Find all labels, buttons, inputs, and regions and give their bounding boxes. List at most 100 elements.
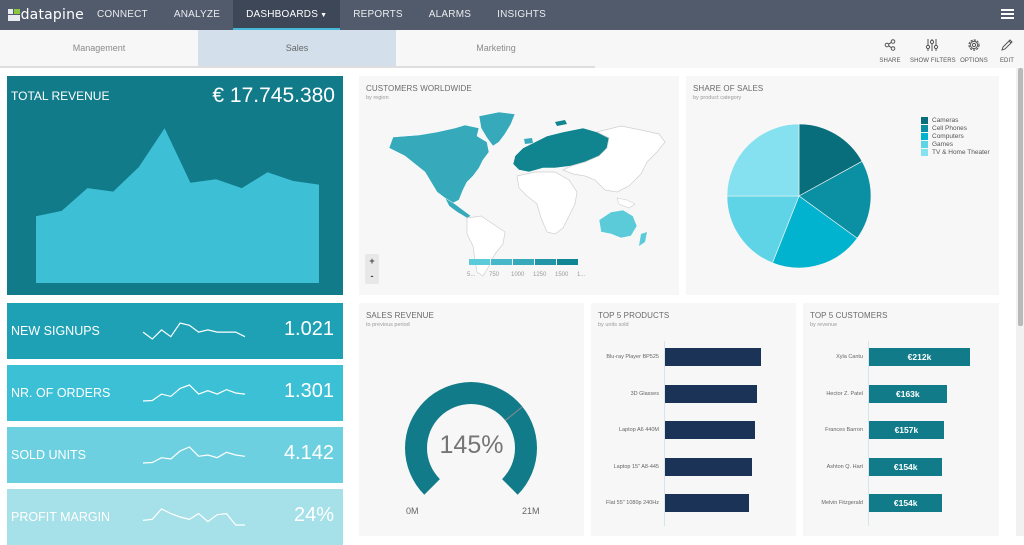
bar-value-label: €212k [907, 352, 932, 362]
caret-down-icon: ▼ [320, 12, 328, 19]
region-australia [598, 209, 638, 239]
options-button[interactable]: OPTIONS [960, 36, 988, 64]
brand-logo[interactable]: datapine [0, 7, 84, 23]
kpi-value: 4.142 [283, 442, 334, 464]
legend-item[interactable]: Computers [921, 132, 990, 140]
total-revenue-card[interactable]: TOTAL REVENUE € 17.745.380 [7, 76, 343, 295]
legend-tick: 1000 [511, 272, 525, 278]
top-customers-panel: TOP 5 CUSTOMERS by revenue Xyla Cantu €21… [803, 303, 999, 536]
kpi-value: 24% [293, 504, 334, 526]
sparkline [142, 384, 246, 402]
pie-slice-tv-home-theater[interactable] [726, 123, 800, 197]
show-filters-button[interactable]: SHOW FILTERS [910, 36, 956, 64]
top-nav-bar: datapine CONNECT ANALYZE DASHBOARDS ▼ REP… [0, 0, 1024, 30]
map-zoom-in-button[interactable]: + [365, 254, 379, 269]
legend-swatch [921, 116, 928, 124]
bar-row[interactable]: Laptop A6 440M [591, 421, 796, 439]
kpi-nr-of-orders[interactable]: NR. OF ORDERS 1.301 [7, 365, 343, 421]
bar-row[interactable]: Xyla Cantu €212k [803, 348, 999, 366]
tabs-divider [0, 66, 595, 68]
legend-item[interactable]: Cell Phones [921, 124, 990, 132]
bar-label: Flat 55" 1080p 240Hz [605, 500, 659, 506]
kpi-profit-margin[interactable]: PROFIT MARGIN 24% [7, 489, 343, 545]
revenue-area [36, 128, 319, 283]
map-zoom-out-button[interactable]: - [365, 269, 379, 284]
nav-insights[interactable]: INSIGHTS [484, 0, 559, 30]
bar[interactable] [665, 348, 761, 366]
bar[interactable] [665, 421, 756, 439]
kpi-title: NEW SIGNUPS [11, 324, 100, 338]
legend-tick: 5... [467, 272, 476, 278]
kpi-sold-units[interactable]: SOLD UNITS 4.142 [7, 427, 343, 483]
map-legend-ticks: 5... 750 1000 1250 1500 1... [467, 272, 599, 278]
bar-value-label: €157k [894, 425, 919, 435]
bar-row[interactable]: Blu-ray Player BP525 [591, 348, 796, 366]
legend-label: TV & Home Theater [932, 148, 990, 156]
bar-label: Hector Z. Patel [826, 390, 863, 397]
nav-alarms[interactable]: ALARMS [416, 0, 484, 30]
sales-revenue-panel: SALES REVENUE to previous period 145% 0M… [359, 303, 584, 536]
total-revenue-title: TOTAL REVENUE [11, 89, 110, 103]
gear-icon [960, 36, 988, 54]
region-svalbard [555, 120, 567, 126]
legend-tick: 750 [489, 272, 500, 278]
top-products-panel: TOP 5 PRODUCTS by units sold Blu-ray Pla… [591, 303, 796, 536]
bar[interactable] [665, 494, 749, 512]
tab-marketing[interactable]: Marketing [397, 30, 595, 68]
sparkline [142, 446, 246, 464]
bar[interactable] [665, 384, 758, 403]
nav-connect[interactable]: CONNECT [84, 0, 161, 30]
legend-swatch [491, 259, 512, 265]
nav-dashboards-label: DASHBOARDS [246, 9, 319, 20]
legend-swatch [921, 140, 928, 148]
tab-sales[interactable]: Sales [198, 30, 396, 68]
datapine-logo-icon [8, 9, 20, 21]
legend-item[interactable]: TV & Home Theater [921, 148, 990, 156]
bar-row[interactable]: Laptop 15" A8-445 [591, 457, 796, 476]
bar-label: Laptop A6 440M [618, 427, 659, 433]
panel-title: TOP 5 PRODUCTS [598, 311, 670, 320]
bar-row[interactable]: Ashton Q. Hart €154k [803, 457, 999, 476]
legend-item[interactable]: Cameras [921, 116, 990, 124]
nav-reports[interactable]: REPORTS [340, 0, 416, 30]
bar-label: Ashton Q. Hart [826, 463, 863, 470]
region-north-america [388, 124, 490, 205]
share-icon [876, 36, 904, 54]
bar-row[interactable]: Frances Barron €157k [803, 421, 999, 439]
edit-button[interactable]: EDIT [996, 36, 1018, 64]
customers-worldwide-panel: CUSTOMERS WORLDWIDE by region + - 5... 7… [359, 76, 679, 295]
map-color-legend [469, 259, 579, 265]
legend-swatch [469, 259, 490, 265]
bar-value-label: €154k [893, 461, 918, 472]
bar-label: Blu-ray Player BP525 [606, 354, 659, 360]
region-africa [516, 171, 578, 235]
kpi-value: 1.301 [283, 380, 334, 402]
bar-row[interactable]: 3D Glasses [591, 384, 796, 403]
bar[interactable] [665, 457, 753, 476]
map-zoom-controls: + - [365, 254, 379, 284]
total-revenue-value: € 17.745.380 [212, 84, 335, 107]
tab-management[interactable]: Management [0, 30, 198, 68]
show-filters-label: SHOW FILTERS [910, 58, 956, 64]
bar-label: Melvin Fitzgerald [821, 500, 863, 506]
kpi-title: SOLD UNITS [11, 448, 87, 462]
legend-item[interactable]: Games [921, 140, 990, 148]
kpi-value: 1.021 [283, 318, 334, 340]
hamburger-icon[interactable] [1001, 9, 1014, 20]
gauge-chart [405, 382, 537, 495]
legend-swatch [513, 259, 534, 265]
bar-value-label: €154k [893, 498, 918, 508]
bar-value-label: €163k [896, 388, 920, 399]
share-button[interactable]: SHARE [876, 36, 904, 64]
nav-analyze[interactable]: ANALYZE [161, 0, 233, 30]
kpi-new-signups[interactable]: NEW SIGNUPS 1.021 [7, 303, 343, 359]
pie-chart [726, 123, 872, 269]
filters-icon [910, 36, 954, 54]
scrollbar-thumb[interactable] [1018, 68, 1023, 326]
legend-tick: 1... [577, 272, 586, 278]
nav-dashboards[interactable]: DASHBOARDS ▼ [233, 0, 341, 30]
bar-label: Laptop 15" A8-445 [613, 463, 659, 470]
bar-row[interactable]: Flat 55" 1080p 240Hz [591, 494, 796, 512]
bar-row[interactable]: Hector Z. Patel €163k [803, 384, 999, 403]
bar-row[interactable]: Melvin Fitzgerald €154k [803, 494, 999, 512]
